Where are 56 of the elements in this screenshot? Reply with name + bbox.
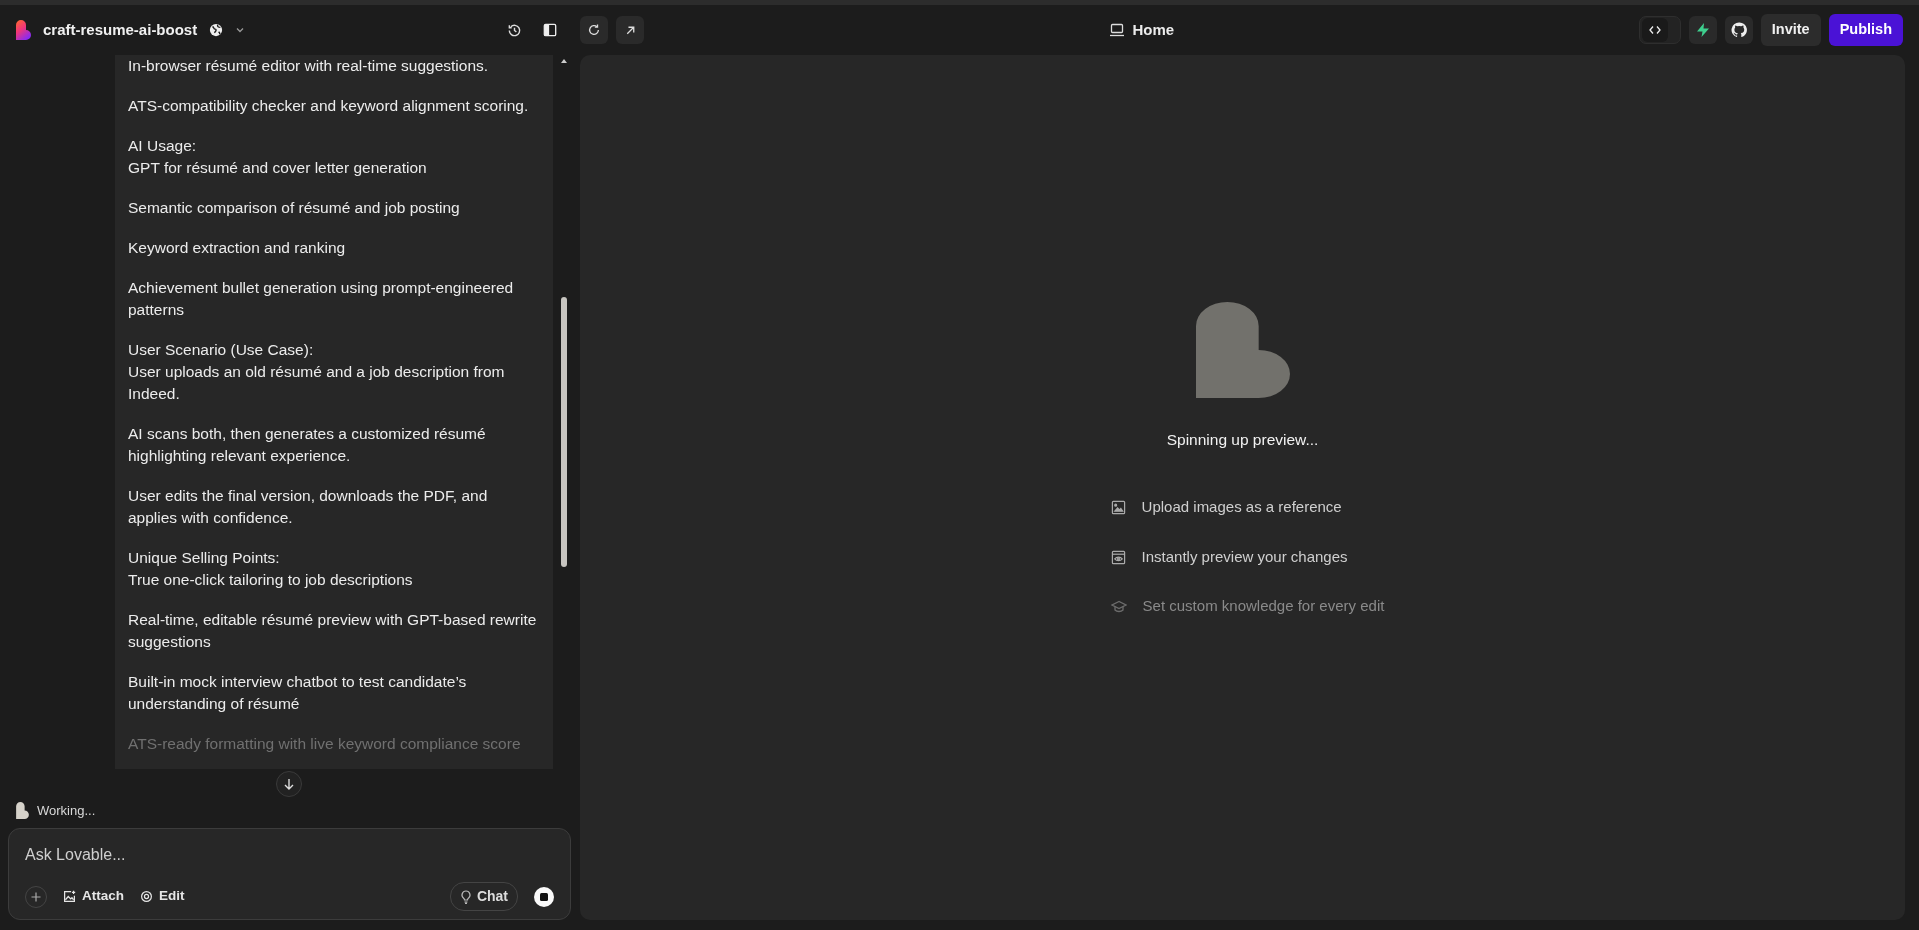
chat-mode-button[interactable]: Chat <box>449 882 518 911</box>
message-paragraph: AI scans both, then generates a customized résumé highlighting relevant experience. <box>128 424 487 466</box>
code-view-toggle[interactable] <box>1638 16 1681 44</box>
message-paragraph: In-browser résumé editor with real-time suggestions. <box>128 56 490 76</box>
open-external-button[interactable] <box>616 16 644 44</box>
lightbulb-icon <box>459 889 472 904</box>
history-icon <box>506 22 522 38</box>
scrollbar-thumb[interactable] <box>561 297 567 567</box>
invite-button[interactable]: Invite <box>1760 14 1821 46</box>
laptop-icon <box>1108 23 1125 37</box>
message-paragraph: Achievement bullet generation using prompt-engineered patterns <box>128 278 515 320</box>
scroll-up-arrow-icon[interactable] <box>561 59 567 63</box>
heart-icon <box>16 801 29 819</box>
stop-icon <box>540 892 548 901</box>
attach-button[interactable]: Attach <box>63 886 124 907</box>
lightning-bolt-icon <box>1694 22 1711 38</box>
bolt-button[interactable] <box>1688 16 1717 44</box>
refresh-button[interactable] <box>580 16 608 44</box>
message-paragraph: User Scenario (Use Case): User uploads an old résumé and a job description from Indeed. <box>128 340 506 404</box>
refresh-icon <box>587 23 601 37</box>
page-label[interactable]: Home <box>1132 18 1175 42</box>
graduation-cap-icon <box>1110 599 1127 614</box>
code-icon <box>1648 25 1661 35</box>
target-icon <box>140 890 153 903</box>
scroll-down-button[interactable] <box>276 770 302 797</box>
chevron-down-icon <box>235 25 246 35</box>
message-paragraph: User edits the final version, downloads the PDF, and applies with confidence. <box>128 486 489 528</box>
tip-text: Set custom knowledge for every edit <box>1142 596 1385 617</box>
project-name[interactable]: craft-resume-ai-boost <box>43 18 198 42</box>
chat-input-box[interactable]: Ask Lovable... Attach Edit Chat <box>8 828 571 920</box>
message-paragraph: Semantic comparison of résumé and job posting <box>128 198 461 218</box>
github-button[interactable] <box>1724 16 1753 44</box>
edit-button[interactable]: Edit <box>140 886 185 907</box>
message-paragraph: AI Usage: GPT for résumé and cover letter generation <box>128 136 428 178</box>
status-text: Working... <box>37 801 96 820</box>
message-paragraph: Unique Selling Points: True one-click tailoring to job descriptions <box>128 548 414 590</box>
preview-status: Spinning up preview... <box>1166 430 1319 450</box>
message-paragraph: Keyword extraction and ranking <box>128 238 347 258</box>
arrow-down-icon <box>283 777 295 790</box>
image-icon <box>1110 500 1126 515</box>
plus-icon <box>31 891 41 902</box>
browser-eye-icon <box>1110 549 1126 565</box>
tip-text: Upload images as a reference <box>1141 497 1342 518</box>
image-plus-icon <box>63 890 76 903</box>
globe-icon <box>209 23 224 37</box>
message-paragraph: Built-in mock interview chatbot to test candidate’s understanding of résumé <box>128 672 468 714</box>
heart-logo-icon[interactable] <box>16 20 31 40</box>
message-paragraph: Real-time, editable résumé preview with GPT-based rewrite suggestions <box>128 610 538 652</box>
stop-button[interactable] <box>534 886 554 907</box>
message-paragraph: ATS-compatibility checker and keyword alignment scoring. <box>128 96 530 116</box>
github-icon <box>1730 22 1747 38</box>
heart-logo-icon <box>1195 302 1290 398</box>
sidebar-icon <box>543 23 557 37</box>
publish-button[interactable]: Publish <box>1828 14 1903 46</box>
message-paragraph: ATS-ready formatting with live keyword compliance score <box>128 734 522 754</box>
tip-text: Instantly preview your changes <box>1141 546 1348 567</box>
